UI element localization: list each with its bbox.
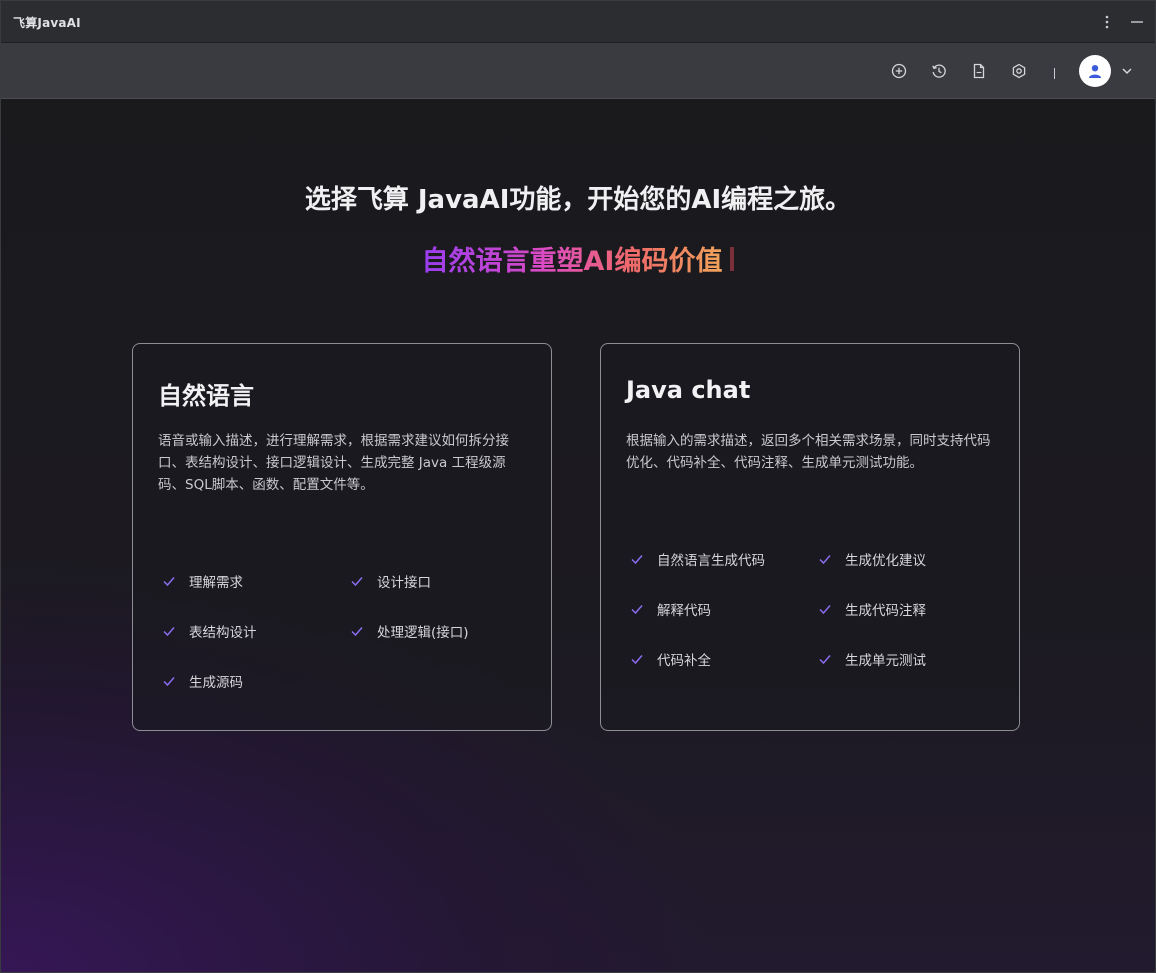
feature-label: 自然语言生成代码 xyxy=(657,553,765,569)
feature-item: 生成源码 xyxy=(161,670,349,692)
feature-label: 生成单元测试 xyxy=(845,653,926,669)
check-icon xyxy=(161,573,177,589)
user-avatar[interactable] xyxy=(1079,55,1111,87)
feature-label: 代码补全 xyxy=(657,653,711,669)
check-icon xyxy=(349,623,365,639)
tagline: 自然语言重塑AI编码价值 xyxy=(422,239,723,278)
feature-item: 处理逻辑(接口) xyxy=(349,620,537,642)
app-window: 飞算JavaAI 选择飞算 JavaAI功能，开始您的AI编程之旅。 自然语言重… xyxy=(0,0,1156,973)
check-icon xyxy=(817,551,833,567)
chevron-down-icon xyxy=(1122,68,1132,75)
page-headline: 选择飞算 JavaAI功能，开始您的AI编程之旅。 xyxy=(304,185,852,215)
minimize-icon xyxy=(1131,21,1143,23)
more-options-button[interactable] xyxy=(1099,11,1115,33)
check-icon xyxy=(817,601,833,617)
feature-label: 理解需求 xyxy=(189,575,243,591)
feature-label: 表结构设计 xyxy=(189,625,257,641)
toolbar-actions xyxy=(879,55,1135,87)
card-description: 根据输入的需求描述，返回多个相关需求场景，同时支持代码优化、代码补全、代码注释、… xyxy=(626,433,991,471)
minimize-button[interactable] xyxy=(1129,11,1145,33)
card-title: Java chat xyxy=(626,376,751,404)
feature-list: 理解需求 设计接口 表结构设计 处理逻辑(接口) 生成源码 xyxy=(161,570,541,692)
feature-label: 解释代码 xyxy=(657,603,711,619)
plus-circle-icon xyxy=(891,63,907,79)
check-icon xyxy=(629,551,645,567)
feature-item: 表结构设计 xyxy=(161,620,349,642)
feature-list: 自然语言生成代码 生成优化建议 解释代码 生成代码注释 代码补全 生成单元测试 xyxy=(629,548,1009,670)
check-icon xyxy=(629,651,645,667)
account-menu-toggle[interactable] xyxy=(1119,63,1135,79)
settings-icon xyxy=(1012,63,1026,79)
document-button[interactable] xyxy=(959,55,999,87)
toolbar xyxy=(1,43,1155,99)
card-description: 语音或输入描述，进行理解需求，根据需求建议如何拆分接口、表结构设计、接口逻辑设计… xyxy=(158,433,509,493)
feature-label: 生成代码注释 xyxy=(845,603,926,619)
card-title: 自然语言 xyxy=(158,382,254,410)
check-icon xyxy=(161,623,177,639)
feature-label: 生成优化建议 xyxy=(845,553,926,569)
check-icon xyxy=(161,673,177,689)
feature-item: 生成代码注释 xyxy=(817,598,1005,620)
history-icon xyxy=(932,64,946,78)
user-icon xyxy=(1089,65,1101,78)
feature-item: 理解需求 xyxy=(161,570,349,592)
document-icon xyxy=(973,63,985,79)
feature-item: 设计接口 xyxy=(349,570,537,592)
more-vertical-icon xyxy=(1105,15,1109,29)
check-icon xyxy=(349,573,365,589)
feature-item: 解释代码 xyxy=(629,598,817,620)
new-chat-button[interactable] xyxy=(879,55,919,87)
java-chat-card[interactable]: Java chat 根据输入的需求描述，返回多个相关需求场景，同时支持代码优化、… xyxy=(600,343,1020,731)
feature-label: 处理逻辑(接口) xyxy=(377,625,469,641)
toolbar-separator xyxy=(1054,67,1055,79)
feature-item: 生成单元测试 xyxy=(817,648,1005,670)
window-actions xyxy=(1099,11,1145,33)
settings-button[interactable] xyxy=(999,55,1039,87)
feature-item: 代码补全 xyxy=(629,648,817,670)
title-bar: 飞算JavaAI xyxy=(1,1,1155,43)
feature-label: 生成源码 xyxy=(189,675,243,691)
typing-cursor xyxy=(730,246,735,271)
check-icon xyxy=(817,651,833,667)
feature-item: 生成优化建议 xyxy=(817,548,1005,570)
tagline-row: 自然语言重塑AI编码价值 xyxy=(1,239,1155,278)
history-button[interactable] xyxy=(919,55,959,87)
feature-label: 设计接口 xyxy=(377,575,431,591)
app-title: 飞算JavaAI xyxy=(13,16,81,30)
natural-language-card[interactable]: 自然语言 语音或输入描述，进行理解需求，根据需求建议如何拆分接口、表结构设计、接… xyxy=(132,343,552,731)
check-icon xyxy=(629,601,645,617)
feature-item: 自然语言生成代码 xyxy=(629,548,817,570)
welcome-panel: 选择飞算 JavaAI功能，开始您的AI编程之旅。 自然语言重塑AI编码价值 自… xyxy=(1,99,1155,972)
